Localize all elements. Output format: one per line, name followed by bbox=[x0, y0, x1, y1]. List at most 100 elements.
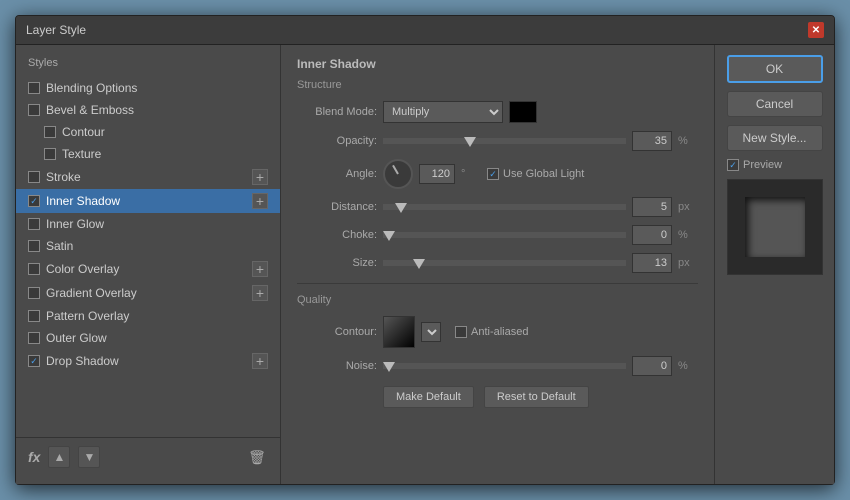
blend-mode-select[interactable]: NormalMultiplyScreenOverlayDarkenLighten bbox=[383, 101, 503, 123]
color-swatch[interactable] bbox=[509, 101, 537, 123]
opacity-input[interactable] bbox=[632, 131, 672, 151]
plus-btn-inner-shadow[interactable]: + bbox=[252, 193, 268, 209]
choke-input[interactable] bbox=[632, 225, 672, 245]
angle-input[interactable] bbox=[419, 164, 455, 184]
angle-row: Angle: ° Use Global Light bbox=[297, 159, 698, 189]
checkbox-color-overlay[interactable] bbox=[28, 263, 40, 275]
layer-style-dialog: Layer Style ✕ Styles Blending OptionsBev… bbox=[15, 15, 835, 485]
contour-preview[interactable] bbox=[383, 316, 415, 348]
global-light-checkbox[interactable] bbox=[487, 168, 499, 180]
move-down-button[interactable]: ▼ bbox=[78, 446, 100, 468]
distance-row: Distance: px bbox=[297, 197, 698, 217]
size-row: Size: px bbox=[297, 253, 698, 273]
sidebar-item-gradient-overlay[interactable]: Gradient Overlay+ bbox=[16, 281, 280, 305]
dialog-body: Styles Blending OptionsBevel & EmbossCon… bbox=[16, 45, 834, 484]
contour-dropdown[interactable]: ▼ bbox=[421, 322, 441, 342]
opacity-slider[interactable] bbox=[383, 138, 626, 144]
action-buttons-row: Make Default Reset to Default bbox=[297, 386, 698, 408]
sidebar-item-inner-shadow[interactable]: Inner Shadow+ bbox=[16, 189, 280, 213]
reset-to-default-button[interactable]: Reset to Default bbox=[484, 386, 589, 408]
sidebar-item-outer-glow[interactable]: Outer Glow bbox=[16, 327, 280, 349]
angle-unit: ° bbox=[461, 168, 481, 180]
plus-btn-stroke[interactable]: + bbox=[252, 169, 268, 185]
opacity-label: Opacity: bbox=[297, 135, 377, 147]
blend-mode-label: Blend Mode: bbox=[297, 106, 377, 118]
distance-slider-container[interactable] bbox=[383, 200, 626, 214]
label-blending-options: Blending Options bbox=[46, 81, 137, 95]
global-light-text: Use Global Light bbox=[503, 168, 584, 180]
label-bevel-emboss: Bevel & Emboss bbox=[46, 103, 134, 117]
checkbox-inner-glow[interactable] bbox=[28, 218, 40, 230]
distance-slider[interactable] bbox=[383, 204, 626, 210]
global-light-label[interactable]: Use Global Light bbox=[487, 168, 584, 180]
close-button[interactable]: ✕ bbox=[808, 22, 824, 38]
checkbox-stroke[interactable] bbox=[28, 171, 40, 183]
preview-canvas bbox=[727, 179, 823, 275]
sidebar-item-contour[interactable]: Contour bbox=[16, 121, 280, 143]
sidebar-item-color-overlay[interactable]: Color Overlay+ bbox=[16, 257, 280, 281]
size-unit: px bbox=[678, 257, 698, 269]
sidebar-item-blending-options[interactable]: Blending Options bbox=[16, 77, 280, 99]
opacity-row: Opacity: % bbox=[297, 131, 698, 151]
sidebar-item-stroke[interactable]: Stroke+ bbox=[16, 165, 280, 189]
checkbox-pattern-overlay[interactable] bbox=[28, 310, 40, 322]
checkbox-drop-shadow[interactable] bbox=[28, 355, 40, 367]
noise-input[interactable] bbox=[632, 356, 672, 376]
new-style-button[interactable]: New Style... bbox=[727, 125, 823, 151]
blend-mode-row: Blend Mode: NormalMultiplyScreenOverlayD… bbox=[297, 101, 698, 123]
checkbox-inner-shadow[interactable] bbox=[28, 195, 40, 207]
checkbox-contour[interactable] bbox=[44, 126, 56, 138]
make-default-button[interactable]: Make Default bbox=[383, 386, 474, 408]
checkbox-blending-options[interactable] bbox=[28, 82, 40, 94]
size-label: Size: bbox=[297, 257, 377, 269]
checkbox-gradient-overlay[interactable] bbox=[28, 287, 40, 299]
checkbox-satin[interactable] bbox=[28, 240, 40, 252]
plus-btn-drop-shadow[interactable]: + bbox=[252, 353, 268, 369]
size-slider[interactable] bbox=[383, 260, 626, 266]
opacity-unit: % bbox=[678, 135, 698, 147]
plus-btn-gradient-overlay[interactable]: + bbox=[252, 285, 268, 301]
sidebar-item-bevel-emboss[interactable]: Bevel & Emboss bbox=[16, 99, 280, 121]
middle-panel: Inner Shadow Structure Blend Mode: Norma… bbox=[281, 45, 714, 484]
sidebar-item-inner-glow[interactable]: Inner Glow bbox=[16, 213, 280, 235]
sidebar-item-texture[interactable]: Texture bbox=[16, 143, 280, 165]
label-inner-glow: Inner Glow bbox=[46, 217, 104, 231]
label-drop-shadow: Drop Shadow bbox=[46, 354, 119, 368]
choke-row: Choke: % bbox=[297, 225, 698, 245]
label-pattern-overlay: Pattern Overlay bbox=[46, 309, 129, 323]
ok-button[interactable]: OK bbox=[727, 55, 823, 83]
angle-dial[interactable] bbox=[383, 159, 413, 189]
noise-slider-container[interactable] bbox=[383, 359, 626, 373]
section-title: Inner Shadow bbox=[297, 57, 698, 71]
preview-checkbox[interactable] bbox=[727, 159, 739, 171]
sidebar-item-satin[interactable]: Satin bbox=[16, 235, 280, 257]
noise-row: Noise: % bbox=[297, 356, 698, 376]
plus-btn-color-overlay[interactable]: + bbox=[252, 261, 268, 277]
anti-aliased-checkbox[interactable] bbox=[455, 326, 467, 338]
checkbox-outer-glow[interactable] bbox=[28, 332, 40, 344]
fx-label: fx bbox=[28, 449, 40, 465]
choke-unit: % bbox=[678, 229, 698, 241]
opacity-slider-container[interactable] bbox=[383, 134, 626, 148]
label-contour: Contour bbox=[62, 125, 105, 139]
delete-button[interactable]: 🗑 bbox=[246, 446, 268, 468]
angle-dial-line bbox=[392, 165, 399, 175]
cancel-button[interactable]: Cancel bbox=[727, 91, 823, 117]
checkbox-bevel-emboss[interactable] bbox=[28, 104, 40, 116]
left-panel: Styles Blending OptionsBevel & EmbossCon… bbox=[16, 45, 281, 484]
noise-slider[interactable] bbox=[383, 363, 626, 369]
size-input[interactable] bbox=[632, 253, 672, 273]
distance-unit: px bbox=[678, 201, 698, 213]
sidebar-item-drop-shadow[interactable]: Drop Shadow + bbox=[16, 349, 280, 373]
distance-input[interactable] bbox=[632, 197, 672, 217]
label-texture: Texture bbox=[62, 147, 101, 161]
size-slider-container[interactable] bbox=[383, 256, 626, 270]
choke-slider-container[interactable] bbox=[383, 228, 626, 242]
label-satin: Satin bbox=[46, 239, 73, 253]
move-up-button[interactable]: ▲ bbox=[48, 446, 70, 468]
sidebar-item-pattern-overlay[interactable]: Pattern Overlay bbox=[16, 305, 280, 327]
checkbox-texture[interactable] bbox=[44, 148, 56, 160]
choke-slider[interactable] bbox=[383, 232, 626, 238]
anti-aliased-label[interactable]: Anti-aliased bbox=[455, 326, 528, 338]
dialog-title: Layer Style bbox=[26, 23, 86, 37]
